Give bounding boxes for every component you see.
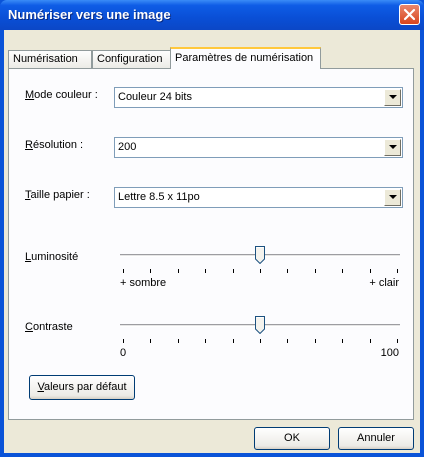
slider-tick (370, 269, 371, 273)
cancel-button[interactable]: Annuler (338, 427, 414, 450)
tab-scan-settings-label: Paramètres de numérisation (175, 52, 314, 64)
tab-scan-settings[interactable]: Paramètres de numérisation (170, 47, 321, 69)
slider-thumb-icon[interactable] (255, 246, 265, 264)
tab-configuration-label: Configuration (97, 53, 163, 65)
slider-thumb-icon[interactable] (255, 316, 265, 334)
contrast-label: Contraste (25, 321, 73, 333)
defaults-button[interactable]: Valeurs par défaut (29, 375, 135, 400)
color-mode-select[interactable]: Couleur 24 bits (114, 87, 403, 108)
scan-dialog: Numériser vers une image Numérisation Co… (0, 0, 424, 457)
slider-tick (370, 339, 371, 343)
slider-tick (123, 339, 124, 343)
slider-tick (287, 339, 288, 343)
brightness-min-label: + sombre (120, 277, 167, 289)
tab-scan[interactable]: Numérisation (8, 50, 92, 68)
window-title: Numériser vers une image (8, 7, 171, 22)
slider-tick (397, 339, 398, 343)
slider-tick (342, 339, 343, 343)
paper-size-select[interactable]: Lettre 8.5 x 11po (114, 187, 403, 208)
slider-tick (260, 339, 261, 343)
slider-tick (150, 269, 151, 273)
slider-tick (205, 339, 206, 343)
close-icon (403, 8, 416, 21)
resolution-value: 200 (118, 141, 137, 153)
resolution-select[interactable]: 200 (114, 137, 403, 158)
color-mode-dropdown-button[interactable] (384, 89, 401, 106)
slider-tick (205, 269, 206, 273)
chevron-down-icon (389, 195, 397, 199)
slider-tick (315, 269, 316, 273)
paper-size-value: Lettre 8.5 x 11po (118, 191, 200, 203)
brightness-label: Luminosité (25, 251, 79, 263)
resolution-dropdown-button[interactable] (384, 139, 401, 156)
slider-tick (315, 339, 316, 343)
slider-tick (150, 339, 151, 343)
color-mode-value: Couleur 24 bits (118, 91, 192, 103)
slider-tick (123, 269, 124, 273)
resolution-label: Résolution : (25, 139, 84, 151)
slider-tick (178, 339, 179, 343)
contrast-max-label: 100 (380, 347, 399, 359)
slider-tick (397, 269, 398, 273)
dialog-client-area: Numérisation Configuration Paramètres de… (4, 30, 420, 453)
tab-configuration[interactable]: Configuration (92, 50, 171, 68)
title-bar[interactable]: Numériser vers une image (0, 0, 424, 30)
slider-tick (233, 339, 234, 343)
slider-tick (260, 269, 261, 273)
tab-scan-label: Numérisation (13, 53, 78, 65)
chevron-down-icon (389, 145, 397, 149)
paper-size-dropdown-button[interactable] (384, 189, 401, 206)
brightness-max-label: + clair (369, 277, 399, 289)
color-mode-label: Mode couleur : (25, 89, 98, 101)
paper-size-label: Taille papier : (25, 189, 90, 201)
slider-tick (342, 269, 343, 273)
ok-button[interactable]: OK (254, 427, 330, 450)
contrast-min-label: 0 (120, 347, 127, 359)
contrast-slider[interactable] (120, 315, 400, 355)
scan-settings-panel: Mode couleur : Couleur 24 bits Résolutio… (8, 68, 414, 420)
close-button[interactable] (399, 4, 420, 25)
slider-tick (287, 269, 288, 273)
slider-tick (178, 269, 179, 273)
slider-tick (233, 269, 234, 273)
chevron-down-icon (389, 95, 397, 99)
